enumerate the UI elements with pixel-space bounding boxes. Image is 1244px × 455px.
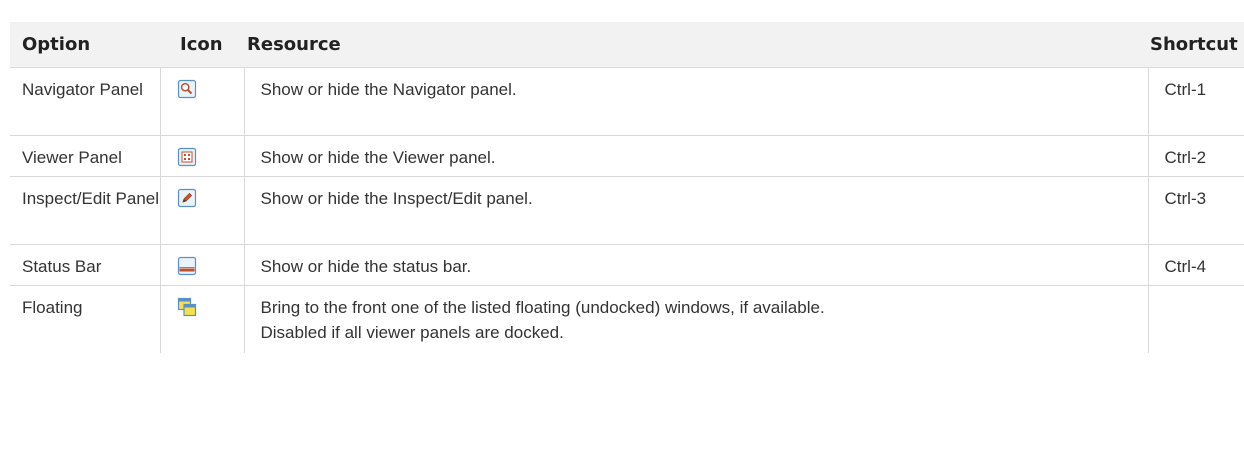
viewer-panel-icon	[177, 147, 197, 167]
status-bar-icon	[177, 256, 197, 276]
resource-cell: Bring to the front one of the listed flo…	[244, 285, 1149, 353]
shortcut-cell: Ctrl-4	[1148, 244, 1244, 286]
table-row: Inspect/Edit Panel Show or hide the Insp…	[10, 176, 1244, 245]
table-row: Viewer Panel Show or hide the Viewer pan…	[10, 135, 1244, 177]
table-row: Floating Bring to the front one of the l…	[10, 285, 1244, 354]
header-shortcut: Shortcut	[1148, 22, 1244, 68]
option-cell: Navigator Panel	[10, 67, 161, 136]
header-resource: Resource	[244, 22, 1148, 68]
shortcut-table: Option Icon Resource Shortcut Navigator …	[10, 22, 1244, 353]
shortcut-cell: Ctrl-3	[1148, 176, 1244, 245]
option-cell: Viewer Panel	[10, 135, 161, 177]
resource-line: Disabled if all viewer panels are docked…	[260, 323, 564, 342]
shortcut-cell: Ctrl-1	[1148, 67, 1244, 136]
resource-line: Bring to the front one of the listed flo…	[260, 298, 825, 317]
resource-cell: Show or hide the Viewer panel.	[244, 135, 1149, 177]
option-cell: Floating	[10, 285, 161, 353]
resource-cell: Show or hide the status bar.	[244, 244, 1149, 286]
option-cell: Status Bar	[10, 244, 161, 286]
table-row: Navigator Panel Show or hide the Navigat…	[10, 67, 1244, 136]
header-option: Option	[10, 22, 160, 68]
header-icon: Icon	[160, 22, 244, 68]
navigator-panel-icon	[177, 79, 197, 99]
shortcut-cell: Ctrl-2	[1148, 135, 1244, 177]
table-header-row: Option Icon Resource Shortcut	[10, 22, 1244, 68]
shortcut-cell	[1148, 286, 1244, 354]
floating-windows-icon	[177, 297, 197, 317]
resource-cell: Show or hide the Navigator panel.	[244, 67, 1149, 136]
option-cell: Inspect/Edit Panel	[10, 176, 161, 245]
inspect-edit-panel-icon	[177, 188, 197, 208]
table-row: Status Bar Show or hide the status bar. …	[10, 244, 1244, 286]
resource-cell: Show or hide the Inspect/Edit panel.	[244, 176, 1149, 245]
